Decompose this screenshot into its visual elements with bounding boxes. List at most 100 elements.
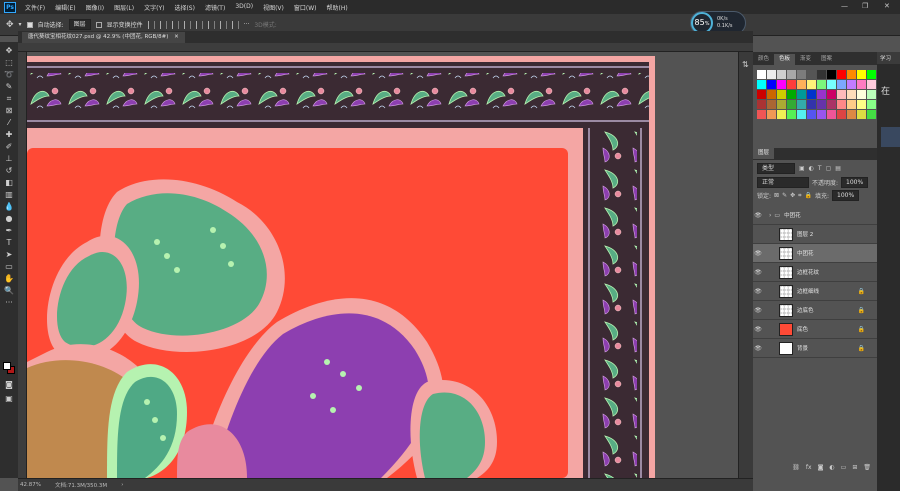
layer-visibility-eye-icon[interactable]: 👁 [753,345,763,352]
lock-transparent-icon[interactable]: ⊠ [774,192,779,199]
layer-row[interactable]: 图层 2 [753,225,877,244]
link-layers-icon[interactable]: ⛓ [792,464,800,474]
lock-artboard-icon[interactable]: ⌗ [798,192,801,200]
color-swatch[interactable] [867,100,876,109]
align-top-icon[interactable] [183,20,191,29]
crop-tool-icon[interactable]: ⌗ [4,94,14,103]
color-swatch[interactable] [827,90,836,99]
color-swatch[interactable] [757,90,766,99]
align-bottom-icon[interactable] [207,20,215,29]
marquee-tool-icon[interactable]: ⬚ [4,58,14,67]
menu-item[interactable]: 窗口(W) [289,3,322,12]
color-swatch[interactable] [837,80,846,89]
color-swatch[interactable] [767,110,776,119]
more-tools-icon[interactable]: ··· [4,298,14,307]
document-tab[interactable]: 唐代葵纹宝相花纹027.psd @ 42.9% (中团花, RGB/8#) ✕ [22,32,185,43]
color-swatch[interactable] [867,70,876,79]
filter-shape-icon[interactable]: ▢ [826,165,832,172]
menu-item[interactable]: 选择(S) [169,3,200,12]
align-center-icon[interactable] [159,20,167,29]
status-menu-icon[interactable]: › [121,482,123,488]
hand-tool-icon[interactable]: ✋ [4,274,14,283]
fill-input[interactable]: 100% [832,190,860,201]
pen-tool-icon[interactable]: ✒ [4,226,14,235]
color-swatch[interactable] [787,100,796,109]
layer-row[interactable]: 👁 背景 🔒 [753,339,877,358]
menu-item[interactable]: 视图(V) [258,3,289,12]
color-swatch[interactable] [767,70,776,79]
close-tab-icon[interactable]: ✕ [174,34,179,40]
swatches-panel-tab[interactable]: 渐变 [795,54,816,65]
layer-row[interactable]: 👁 边框花纹 [753,263,877,282]
color-swatch[interactable] [827,100,836,109]
menu-item[interactable]: 文件(F) [20,3,50,12]
blend-mode-dropdown[interactable]: 正常 [757,177,809,188]
color-swatch[interactable] [837,100,846,109]
move-tool-icon[interactable]: ✥ [6,20,14,30]
lasso-tool-icon[interactable]: ➰ [4,70,14,79]
frame-tool-icon[interactable]: ⊠ [4,106,14,115]
color-swatch[interactable] [797,110,806,119]
tool-preset-dropdown-icon[interactable]: ▾ [19,21,22,28]
color-swatch[interactable] [857,110,866,119]
layer-row[interactable]: 👁 边底色 🔒 [753,301,877,320]
layers-tab[interactable]: 图层 [753,148,775,159]
color-swatch[interactable] [847,110,856,119]
color-swatch[interactable] [797,70,806,79]
new-group-icon[interactable]: ▭ [841,464,847,474]
color-swatch[interactable] [827,80,836,89]
filter-type-icon[interactable]: T [818,165,822,172]
lock-position-icon[interactable]: ✥ [790,192,795,199]
swatches-panel-tab[interactable]: 色板 [774,54,796,65]
color-swatch[interactable] [787,70,796,79]
color-swatch[interactable] [797,80,806,89]
menu-item[interactable]: 滤镜(T) [200,3,230,12]
clone-stamp-tool-icon[interactable]: ⊥ [4,154,14,163]
dodge-tool-icon[interactable]: ● [4,214,14,223]
screen-mode-icon[interactable]: ▣ [4,394,14,403]
filter-adjust-icon[interactable]: ◐ [809,165,814,172]
distribute-vertical-icon[interactable] [231,20,239,29]
close-button[interactable]: ✕ [884,2,890,10]
menu-item[interactable]: 编辑(E) [50,3,80,12]
lock-pixels-icon[interactable]: ✎ [782,192,787,199]
layer-visibility-eye-icon[interactable]: 👁 [753,269,763,276]
layer-row[interactable]: 👁 中团花 [753,244,877,263]
delete-layer-icon[interactable]: 🗑 [863,464,871,474]
color-swatch[interactable] [767,80,776,89]
show-transform-checkbox[interactable] [95,21,102,28]
color-swatch[interactable] [857,70,866,79]
layer-visibility-eye-icon[interactable]: 👁 [753,250,763,257]
color-swatch[interactable] [837,90,846,99]
color-swatch[interactable] [867,110,876,119]
layer-row[interactable]: 👁 › ▭ 中团花 [753,206,877,225]
color-swatch[interactable] [807,90,816,99]
maximize-button[interactable]: ❐ [862,2,868,10]
color-swatch[interactable] [817,90,826,99]
menu-item[interactable]: 文字(Y) [139,3,169,12]
color-swatch[interactable] [757,100,766,109]
color-swatch[interactable] [827,70,836,79]
color-swatch[interactable] [847,90,856,99]
move-tool-icon[interactable]: ✥ [4,46,14,55]
eraser-tool-icon[interactable]: ◧ [4,178,14,187]
color-swatch[interactable] [777,90,786,99]
color-swatch[interactable] [827,110,836,119]
type-tool-icon[interactable]: T [4,238,14,247]
color-swatch[interactable] [797,90,806,99]
color-swatch[interactable] [787,110,796,119]
swatches-panel-tab[interactable]: 图案 [816,54,837,65]
learn-tab[interactable]: 学习 [877,52,900,64]
color-swatch[interactable] [807,70,816,79]
color-swatch[interactable] [777,70,786,79]
menu-item[interactable]: 图层(L) [109,3,139,12]
color-swatch[interactable] [777,100,786,109]
color-swatch[interactable] [857,100,866,109]
gradient-tool-icon[interactable]: ▥ [4,190,14,199]
properties-panel-icon[interactable]: ⇅ [742,60,753,69]
quick-select-tool-icon[interactable]: ✎ [4,82,14,91]
color-swatch[interactable] [867,80,876,89]
color-swatch[interactable] [777,80,786,89]
layer-visibility-eye-icon[interactable]: 👁 [753,212,763,219]
color-swatch[interactable] [857,80,866,89]
